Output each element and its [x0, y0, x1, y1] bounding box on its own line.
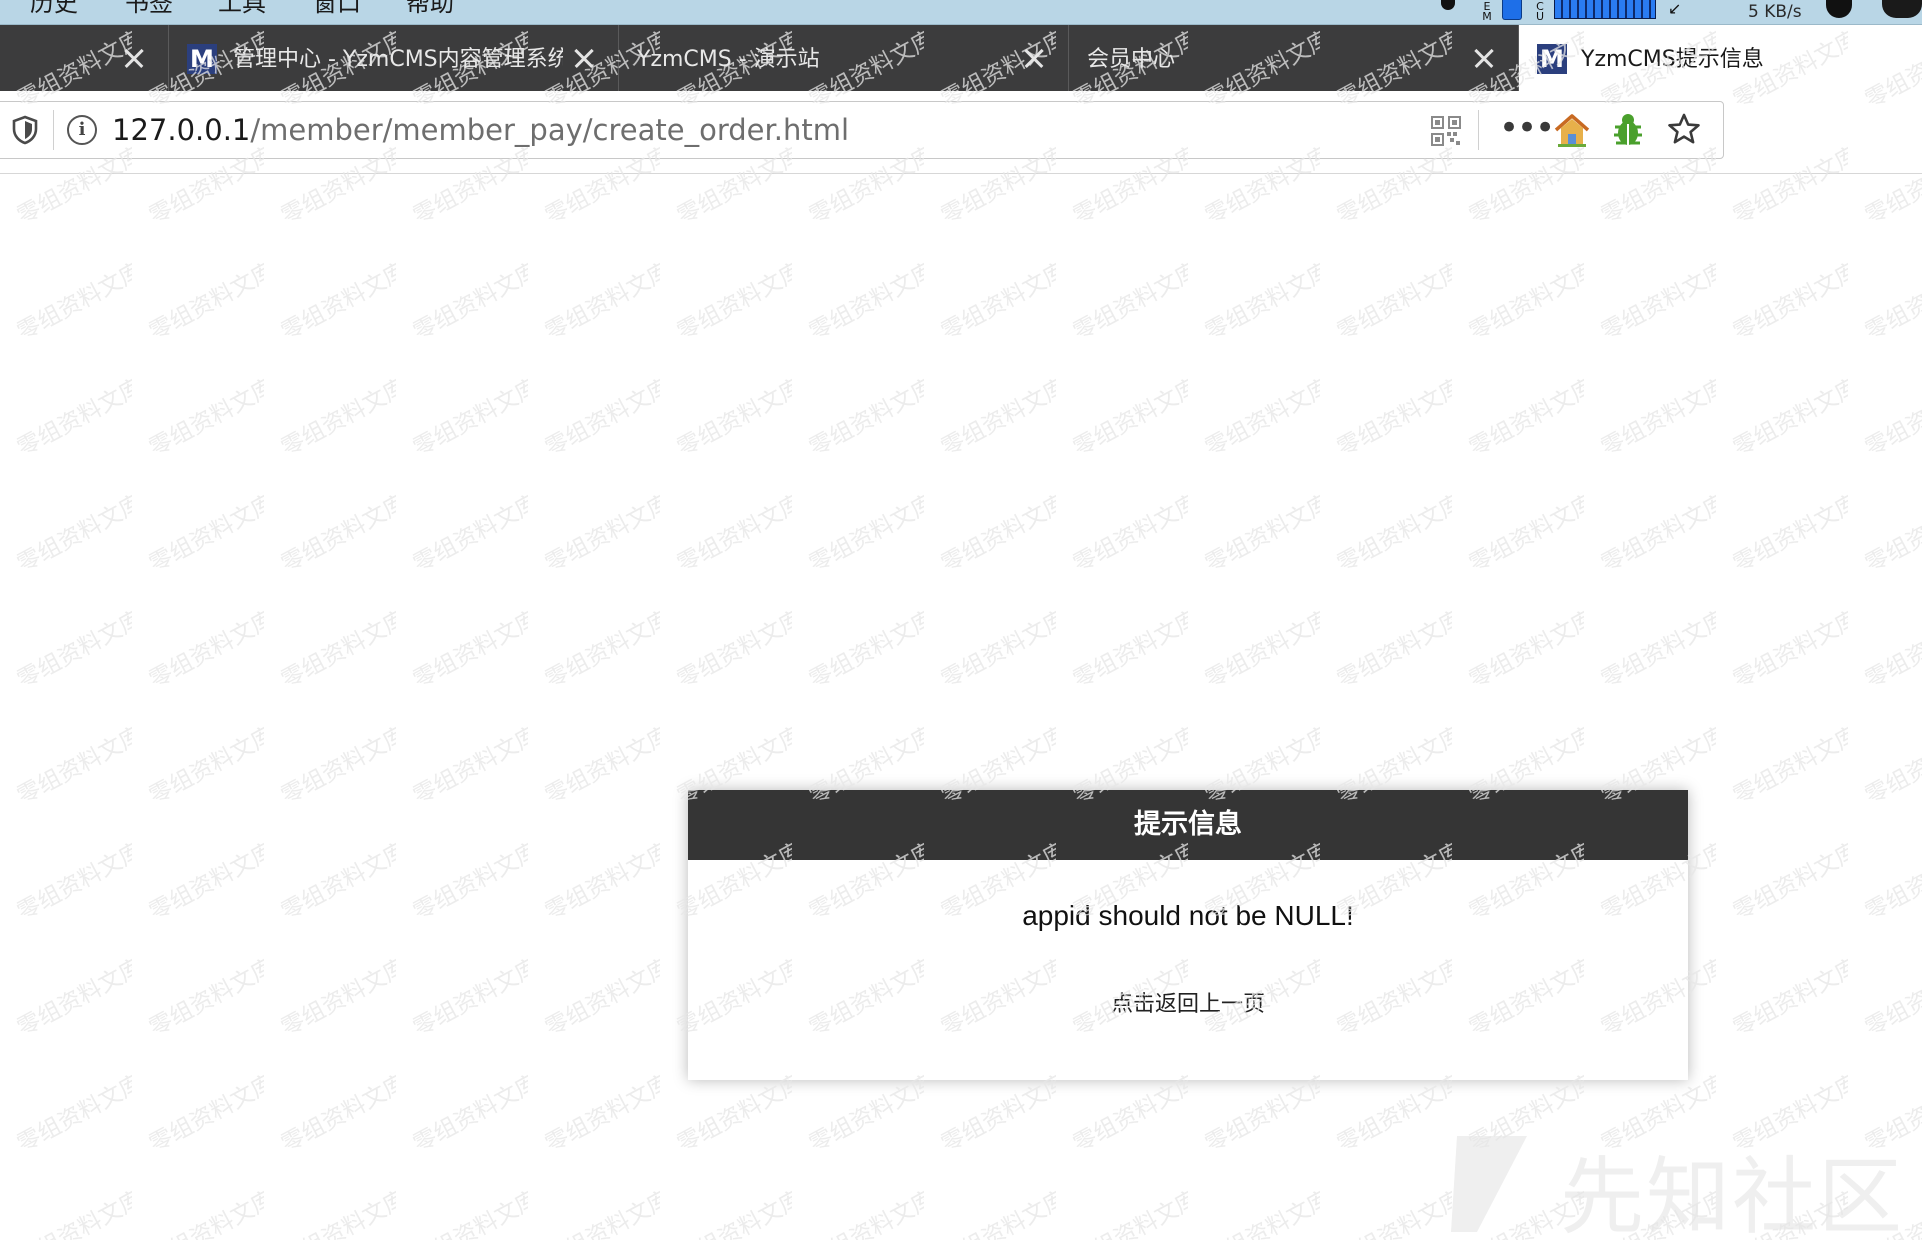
url-field[interactable]: 127.0.0.1/member/member_pay/create_order…: [112, 102, 849, 158]
tab-title: 会员中心: [1087, 47, 1176, 72]
url-bar[interactable]: i 127.0.0.1/member/member_pay/create_ord…: [0, 101, 1724, 159]
memory-monitor-label: E M: [1482, 0, 1492, 23]
yzmcms-favicon-icon: M: [1537, 44, 1567, 74]
tab-demo-site[interactable]: YzmCMS - 演示站: [619, 25, 1069, 91]
close-icon[interactable]: [1020, 44, 1048, 72]
memory-meter-icon[interactable]: [1502, 0, 1522, 20]
network-speed[interactable]: 5 KB/s: [1748, 0, 1802, 24]
home-icon[interactable]: [1553, 112, 1591, 148]
menu-help[interactable]: 帮助: [406, 0, 454, 18]
network-arrow-icon: ↙: [1668, 0, 1682, 18]
tab-strip: M 管理中心 - YzmCMS内容管理系统 YzmCMS - 演示站 会员中心 …: [0, 25, 1922, 91]
cpu-graph-icon[interactable]: [1554, 0, 1656, 19]
url-host: 127.0.0.1: [112, 113, 251, 147]
tab-blank[interactable]: [0, 25, 169, 91]
cpu-monitor-label: C U: [1535, 0, 1545, 23]
menu-bookmarks[interactable]: 书签: [125, 0, 173, 18]
more-actions-icon[interactable]: •••: [1499, 108, 1555, 148]
bug-icon[interactable]: [1611, 112, 1645, 148]
menu-bar: 历史 书签 工具 窗口 帮助 E M C U ↙ 5 KB/s: [0, 0, 1922, 25]
urlbar-divider: [1478, 110, 1479, 150]
yzmcms-favicon-icon: M: [187, 44, 217, 74]
tab-title: YzmCMS提示信息: [1581, 47, 1764, 72]
error-message: appid should not be NULL!: [1022, 900, 1354, 931]
back-link[interactable]: 点击返回上一页: [688, 986, 1688, 1018]
urlbar-divider: [53, 110, 54, 150]
navigation-toolbar: i 127.0.0.1/member/member_pay/create_ord…: [0, 91, 1922, 174]
tab-member-center[interactable]: 会员中心: [1069, 25, 1519, 91]
close-icon[interactable]: [1470, 44, 1498, 72]
tracking-shield-icon[interactable]: [11, 115, 39, 145]
tab-title: YzmCMS - 演示站: [637, 47, 820, 72]
qr-code-icon[interactable]: [1431, 116, 1461, 146]
tab-admin-center[interactable]: M 管理中心 - YzmCMS内容管理系统: [169, 25, 619, 91]
status-dot-icon[interactable]: [1441, 0, 1455, 10]
message-dialog: 提示信息 appid should not be NULL! 点击返回上一页: [688, 790, 1688, 1080]
close-icon[interactable]: [570, 44, 598, 72]
menu-history[interactable]: 历史: [30, 0, 78, 18]
xianzhi-logo-icon: [1451, 1136, 1527, 1232]
tab-title: 管理中心 - YzmCMS内容管理系统: [233, 47, 563, 72]
qq-penguin-icon[interactable]: [1826, 0, 1852, 18]
menu-tools[interactable]: 工具: [218, 0, 266, 18]
url-path: /member/member_pay/create_order.html: [250, 113, 850, 147]
dialog-title: 提示信息: [688, 790, 1688, 860]
tab-yzmcms-notice[interactable]: M YzmCMS提示信息: [1519, 25, 1922, 91]
close-icon[interactable]: [120, 44, 148, 72]
wechat-icon[interactable]: [1882, 0, 1922, 18]
bookmark-star-icon[interactable]: [1667, 112, 1701, 146]
site-info-icon[interactable]: i: [67, 115, 97, 145]
xianzhi-watermark: 先知社区: [1560, 1148, 1905, 1246]
menu-window[interactable]: 窗口: [313, 0, 361, 18]
